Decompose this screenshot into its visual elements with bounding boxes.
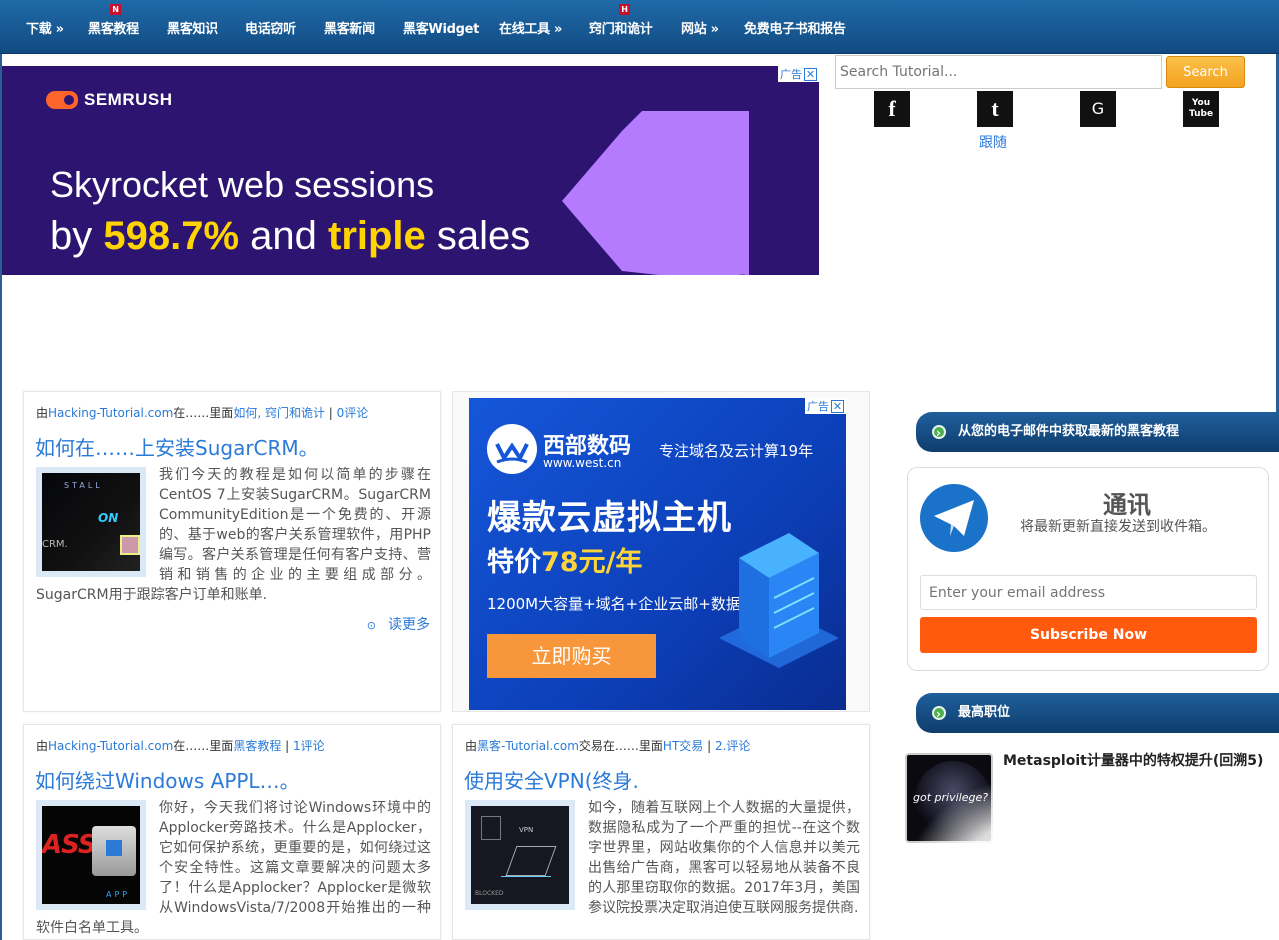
read-more-link[interactable]: 读更多 (367, 614, 430, 634)
arrow-circle-icon (932, 413, 946, 453)
ad-headline-line2: by 598.7% and triple sales (50, 214, 531, 258)
comments-link[interactable]: 0评论 (337, 406, 369, 420)
ad-brand-url: www.west.cn (543, 456, 622, 470)
ad-close-icon[interactable]: ✕ (804, 67, 817, 81)
post-excerpt: 如今，随着互联网上个人数据的大量提供，数据隐私成为了一个严重的担忧--在这个数字… (588, 800, 860, 916)
west-logo-icon (487, 424, 537, 474)
top-post-thumb-text: got privilege? (913, 791, 989, 804)
nav-item-phone-tapping[interactable]: 电话窃听 (245, 18, 296, 40)
west-cn-ad-banner[interactable]: 广告 ✕ 西部数码 www.west.cn 专注域名及云计算19年 爆款云虚拟主… (469, 398, 846, 710)
nav-item-hacking-news[interactable]: 黑客新闻 (324, 18, 375, 40)
ad-headline: 爆款云虚拟主机 (487, 498, 732, 538)
post-title[interactable]: 使用安全VPN(终身. (464, 765, 639, 794)
semrush-logo: SEMRUSH (46, 90, 173, 110)
post-card: 由Hacking-Tutorial.com在……里面黑客教程 | 1评论 如何绕… (23, 724, 441, 940)
top-nav: 下载 » N 黑客教程 黑客知识 电话窃听 黑客新闻 黑客Widget 在线工具 … (0, 0, 1279, 54)
buy-now-button[interactable]: 立即购买 (487, 634, 656, 678)
ad-label: 广告 (780, 68, 802, 81)
ad-arrow-shape-icon (562, 111, 749, 275)
top-post-link[interactable]: Metasploit计量器中的特权提升(回溯5) (1003, 752, 1269, 770)
comments-link[interactable]: 2.评论 (715, 739, 750, 753)
newsletter-title: 通讯 (1103, 491, 1151, 519)
newsletter-box: 通讯 将最新更新直接发送到收件箱。 Subscribe Now (907, 467, 1269, 671)
nav-item-websites[interactable]: 网站 » (681, 18, 719, 40)
arrow-circle-icon (932, 694, 946, 734)
category-link[interactable]: 如何, 窍门和诡计 (233, 406, 325, 420)
top-posts-header: 最高职位 (916, 693, 1279, 734)
post-meta: 由Hacking-Tutorial.com在……里面黑客教程 | 1评论 (36, 739, 325, 753)
ad-choices[interactable]: 广告 ✕ (805, 398, 846, 414)
semrush-flame-icon (46, 91, 78, 109)
twitter-icon[interactable]: t (977, 91, 1013, 127)
ad-close-icon[interactable]: ✕ (831, 399, 844, 413)
comments-link[interactable]: 1评论 (293, 739, 325, 753)
author-link[interactable]: Hacking-Tutorial.com (48, 739, 173, 753)
email-field[interactable] (920, 575, 1257, 610)
envelope-icon (920, 484, 988, 552)
category-link[interactable]: HT交易 (663, 739, 703, 753)
post-excerpt: 我们今天的教程是如何以简单的步骤在CentOS 7上安装SugarCRM。Sug… (36, 467, 431, 603)
category-link[interactable]: 黑客教程 (233, 739, 281, 753)
newsletter-subtitle: 将最新更新直接发送到收件箱。 (1020, 519, 1216, 535)
follow-link[interactable]: 跟随 (979, 132, 1007, 152)
facebook-icon[interactable]: f (874, 91, 910, 127)
nav-item-hacking-widget[interactable]: 黑客Widget (403, 18, 479, 40)
ad-label: 广告 (807, 400, 829, 413)
google-plus-icon[interactable]: G (1080, 91, 1116, 127)
nav-item-free-ebooks[interactable]: 免费电子书和报告 (744, 18, 846, 40)
post-meta: 由黑客-Tutorial.com交易在……里面HT交易 | 2.评论 (465, 739, 751, 753)
subscribe-button[interactable]: Subscribe Now (920, 617, 1257, 653)
author-link[interactable]: 黑客-Tutorial.com (477, 739, 579, 753)
nav-item-online-tools[interactable]: 在线工具 » (499, 18, 562, 40)
semrush-ad-banner[interactable]: 广告 ✕ SEMRUSH Skyrocket web sessions by 5… (2, 66, 819, 275)
ad-headline-line1: Skyrocket web sessions (50, 164, 435, 205)
nav-item-tips-tricks[interactable]: H 窍门和诡计 (589, 4, 653, 40)
new-badge: N (110, 4, 121, 15)
nav-item-hacking-tutorials[interactable]: N 黑客教程 (88, 4, 139, 40)
youtube-icon[interactable]: You Tube (1183, 91, 1219, 127)
author-link[interactable]: Hacking-Tutorial.com (48, 406, 173, 420)
nav-item-hacking-knowledge[interactable]: 黑客知识 (167, 18, 218, 40)
ad-price: 特价78元/年 (487, 547, 643, 578)
post-title[interactable]: 如何在……上安装SugarCRM。 (35, 432, 319, 461)
post-meta: 由Hacking-Tutorial.com在……里面如何, 窍门和诡计 | 0评… (36, 406, 369, 420)
post-excerpt: 你好，今天我们将讨论Windows环境中的Applocker旁路技术。什么是Ap… (36, 800, 431, 936)
email-widget-header: 从您的电子邮件中获取最新的黑客教程 (916, 412, 1279, 453)
post-card: 由Hacking-Tutorial.com在……里面如何, 窍门和诡计 | 0评… (23, 391, 441, 712)
search-button[interactable]: Search (1166, 56, 1245, 88)
post-card: 由黑客-Tutorial.com交易在……里面HT交易 | 2.评论 使用安全V… (452, 724, 870, 940)
post-title[interactable]: 如何绕过Windows APPL…。 (35, 765, 300, 794)
ad-choices[interactable]: 广告 ✕ (778, 66, 819, 82)
top-post-thumbnail[interactable]: got privilege? (905, 753, 993, 843)
ad-slogan: 专注域名及云计算19年 (659, 442, 814, 460)
hot-badge: H (619, 4, 630, 15)
server-illustration-icon (719, 533, 839, 668)
search-input[interactable] (835, 55, 1162, 89)
nav-item-downloads[interactable]: 下载 » (26, 18, 64, 40)
